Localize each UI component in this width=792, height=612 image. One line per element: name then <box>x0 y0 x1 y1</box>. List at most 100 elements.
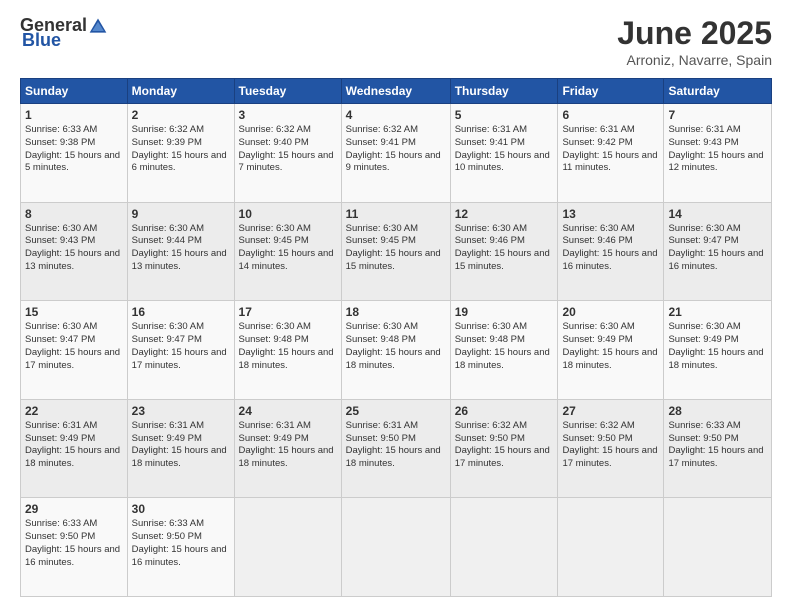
day-number: 27 <box>562 404 659 418</box>
location: Arroniz, Navarre, Spain <box>617 52 772 68</box>
day-info: Sunrise: 6:33 AMSunset: 9:50 PMDaylight:… <box>25 518 123 569</box>
day-info: Sunrise: 6:30 AMSunset: 9:49 PMDaylight:… <box>668 321 767 372</box>
day-number: 8 <box>25 207 123 221</box>
day-info: Sunrise: 6:32 AMSunset: 9:41 PMDaylight:… <box>346 124 446 175</box>
table-row: 19 Sunrise: 6:30 AMSunset: 9:48 PMDayligh… <box>450 301 558 400</box>
table-row: 30 Sunrise: 6:33 AMSunset: 9:50 PMDayligh… <box>127 498 234 597</box>
day-number: 5 <box>455 108 554 122</box>
day-info: Sunrise: 6:33 AMSunset: 9:38 PMDaylight:… <box>25 124 123 175</box>
day-info: Sunrise: 6:31 AMSunset: 9:41 PMDaylight:… <box>455 124 554 175</box>
col-friday: Friday <box>558 79 664 104</box>
logo-blue-text: Blue <box>22 30 61 51</box>
table-row: 2Sunrise: 6:32 AMSunset: 9:39 PMDaylight… <box>127 104 234 203</box>
col-thursday: Thursday <box>450 79 558 104</box>
col-monday: Monday <box>127 79 234 104</box>
day-info: Sunrise: 6:30 AMSunset: 9:48 PMDaylight:… <box>346 321 446 372</box>
day-info: Sunrise: 6:31 AMSunset: 9:42 PMDaylight:… <box>562 124 659 175</box>
day-number: 3 <box>239 108 337 122</box>
day-info: Sunrise: 6:30 AMSunset: 9:48 PMDaylight:… <box>239 321 337 372</box>
calendar-table: Sunday Monday Tuesday Wednesday Thursday… <box>20 78 772 597</box>
table-row: 25Sunrise: 6:31 AMSunset: 9:50 PMDayligh… <box>341 399 450 498</box>
table-row: 12 Sunrise: 6:30 AMSunset: 9:46 PMDayligh… <box>450 202 558 301</box>
calendar-week-row: 29 Sunrise: 6:33 AMSunset: 9:50 PMDayligh… <box>21 498 772 597</box>
day-number: 9 <box>132 207 230 221</box>
day-info: Sunrise: 6:30 AMSunset: 9:46 PMDaylight:… <box>562 223 659 274</box>
table-row: 21Sunrise: 6:30 AMSunset: 9:49 PMDayligh… <box>664 301 772 400</box>
day-info: Sunrise: 6:33 AMSunset: 9:50 PMDaylight:… <box>668 420 767 471</box>
table-row: 20 Sunrise: 6:30 AMSunset: 9:49 PMDayligh… <box>558 301 664 400</box>
table-row: 6Sunrise: 6:31 AMSunset: 9:42 PMDaylight… <box>558 104 664 203</box>
page: General Blue June 2025 Arroniz, Navarre,… <box>0 0 792 612</box>
title-section: June 2025 Arroniz, Navarre, Spain <box>617 15 772 68</box>
table-row: 14 Sunrise: 6:30 AMSunset: 9:47 PMDayligh… <box>664 202 772 301</box>
day-info: Sunrise: 6:30 AMSunset: 9:44 PMDaylight:… <box>132 223 230 274</box>
day-number: 24 <box>239 404 337 418</box>
table-row: 17 Sunrise: 6:30 AMSunset: 9:48 PMDayligh… <box>234 301 341 400</box>
logo: General Blue <box>20 15 110 51</box>
month-title: June 2025 <box>617 15 772 52</box>
table-row <box>450 498 558 597</box>
calendar-week-row: 1 Sunrise: 6:33 AMSunset: 9:38 PMDaylight… <box>21 104 772 203</box>
day-info: Sunrise: 6:30 AMSunset: 9:45 PMDaylight:… <box>346 223 446 274</box>
day-number: 10 <box>239 207 337 221</box>
day-info: Sunrise: 6:30 AMSunset: 9:46 PMDaylight:… <box>455 223 554 274</box>
day-info: Sunrise: 6:31 AMSunset: 9:49 PMDaylight:… <box>239 420 337 471</box>
table-row: 28 Sunrise: 6:33 AMSunset: 9:50 PMDayligh… <box>664 399 772 498</box>
day-info: Sunrise: 6:30 AMSunset: 9:47 PMDaylight:… <box>132 321 230 372</box>
day-number: 25 <box>346 404 446 418</box>
day-info: Sunrise: 6:31 AMSunset: 9:49 PMDaylight:… <box>132 420 230 471</box>
day-info: Sunrise: 6:33 AMSunset: 9:50 PMDaylight:… <box>132 518 230 569</box>
day-info: Sunrise: 6:30 AMSunset: 9:48 PMDaylight:… <box>455 321 554 372</box>
table-row: 3 Sunrise: 6:32 AMSunset: 9:40 PMDaylight… <box>234 104 341 203</box>
day-number: 15 <box>25 305 123 319</box>
col-tuesday: Tuesday <box>234 79 341 104</box>
table-row <box>234 498 341 597</box>
day-number: 18 <box>346 305 446 319</box>
logo-icon <box>88 16 108 36</box>
table-row: 22 Sunrise: 6:31 AMSunset: 9:49 PMDayligh… <box>21 399 128 498</box>
table-row: 1 Sunrise: 6:33 AMSunset: 9:38 PMDaylight… <box>21 104 128 203</box>
day-info: Sunrise: 6:31 AMSunset: 9:49 PMDaylight:… <box>25 420 123 471</box>
day-number: 26 <box>455 404 554 418</box>
day-number: 22 <box>25 404 123 418</box>
calendar-week-row: 8Sunrise: 6:30 AMSunset: 9:43 PMDaylight… <box>21 202 772 301</box>
col-wednesday: Wednesday <box>341 79 450 104</box>
table-row: 16 Sunrise: 6:30 AMSunset: 9:47 PMDayligh… <box>127 301 234 400</box>
day-number: 11 <box>346 207 446 221</box>
day-number: 30 <box>132 502 230 516</box>
table-row: 7Sunrise: 6:31 AMSunset: 9:43 PMDaylight… <box>664 104 772 203</box>
day-number: 1 <box>25 108 123 122</box>
calendar-week-row: 22 Sunrise: 6:31 AMSunset: 9:49 PMDayligh… <box>21 399 772 498</box>
table-row <box>664 498 772 597</box>
table-row: 4 Sunrise: 6:32 AMSunset: 9:41 PMDaylight… <box>341 104 450 203</box>
table-row: 27 Sunrise: 6:32 AMSunset: 9:50 PMDayligh… <box>558 399 664 498</box>
table-row: 26Sunrise: 6:32 AMSunset: 9:50 PMDayligh… <box>450 399 558 498</box>
day-info: Sunrise: 6:30 AMSunset: 9:47 PMDaylight:… <box>668 223 767 274</box>
table-row <box>558 498 664 597</box>
day-number: 2 <box>132 108 230 122</box>
calendar-header-row: Sunday Monday Tuesday Wednesday Thursday… <box>21 79 772 104</box>
table-row: 9 Sunrise: 6:30 AMSunset: 9:44 PMDaylight… <box>127 202 234 301</box>
day-number: 13 <box>562 207 659 221</box>
day-number: 20 <box>562 305 659 319</box>
day-number: 14 <box>668 207 767 221</box>
day-number: 4 <box>346 108 446 122</box>
day-number: 16 <box>132 305 230 319</box>
table-row: 13 Sunrise: 6:30 AMSunset: 9:46 PMDayligh… <box>558 202 664 301</box>
table-row: 10Sunrise: 6:30 AMSunset: 9:45 PMDayligh… <box>234 202 341 301</box>
calendar-week-row: 15 Sunrise: 6:30 AMSunset: 9:47 PMDayligh… <box>21 301 772 400</box>
day-info: Sunrise: 6:30 AMSunset: 9:49 PMDaylight:… <box>562 321 659 372</box>
day-number: 19 <box>455 305 554 319</box>
day-number: 29 <box>25 502 123 516</box>
table-row: 29 Sunrise: 6:33 AMSunset: 9:50 PMDayligh… <box>21 498 128 597</box>
table-row: 23 Sunrise: 6:31 AMSunset: 9:49 PMDayligh… <box>127 399 234 498</box>
day-info: Sunrise: 6:32 AMSunset: 9:40 PMDaylight:… <box>239 124 337 175</box>
table-row: 5 Sunrise: 6:31 AMSunset: 9:41 PMDaylight… <box>450 104 558 203</box>
day-info: Sunrise: 6:32 AMSunset: 9:50 PMDaylight:… <box>562 420 659 471</box>
day-number: 17 <box>239 305 337 319</box>
day-number: 12 <box>455 207 554 221</box>
table-row <box>341 498 450 597</box>
day-info: Sunrise: 6:31 AMSunset: 9:43 PMDaylight:… <box>668 124 767 175</box>
day-number: 23 <box>132 404 230 418</box>
day-number: 28 <box>668 404 767 418</box>
